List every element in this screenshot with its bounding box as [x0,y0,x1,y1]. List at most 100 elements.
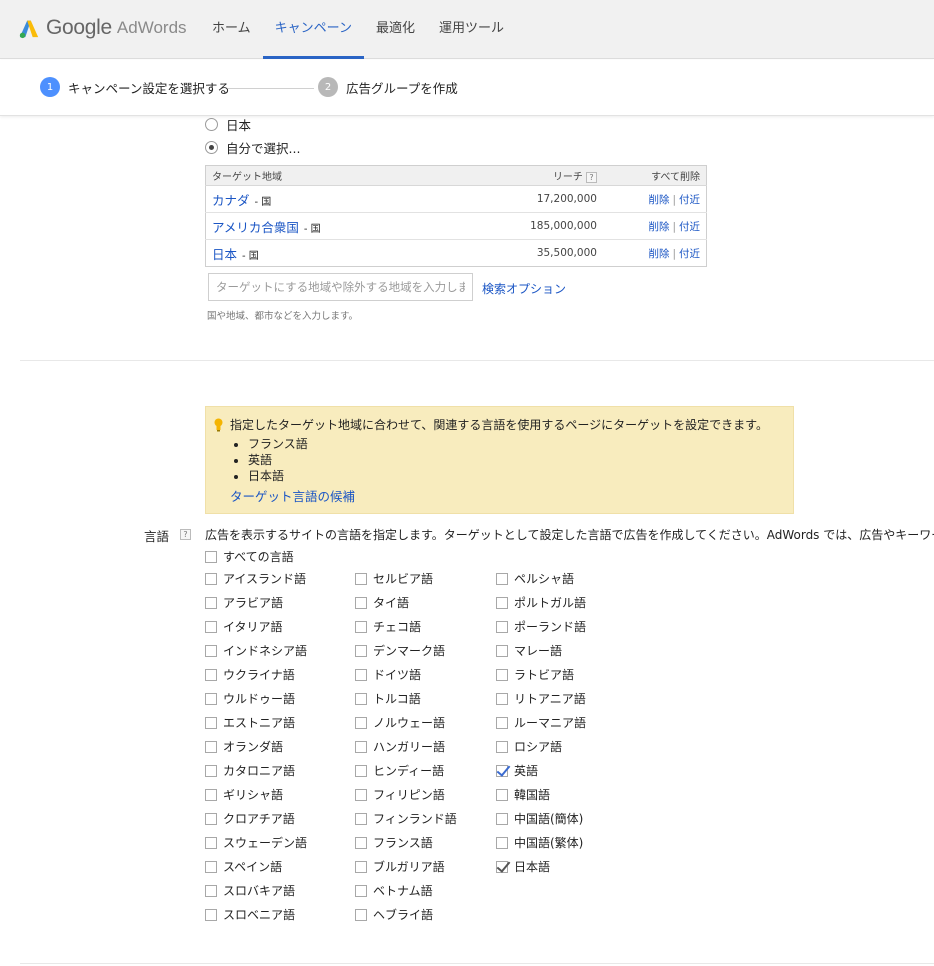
language-checkbox-row[interactable]: 日本語 [496,858,550,875]
location-search-input[interactable] [208,273,473,301]
language-checkbox-row[interactable]: ウクライナ語 [205,666,295,683]
checkbox[interactable] [205,716,217,729]
google-adwords-logo[interactable]: Google AdWords [18,14,187,42]
language-checkbox-row[interactable]: ペルシャ語 [496,570,574,587]
language-checkbox-row[interactable]: ルーマニア語 [496,714,586,731]
checkbox[interactable] [205,644,217,657]
checkbox[interactable] [205,884,217,897]
language-checkbox-row[interactable]: 中国語(簡体) [496,810,583,827]
language-checkbox-row[interactable]: アラビア語 [205,594,283,611]
language-checkbox-row[interactable]: フィンランド語 [355,810,457,827]
checkbox-all-languages[interactable]: すべての言語 [205,548,294,565]
tab-optimization[interactable]: 最適化 [364,0,427,59]
remove-link[interactable]: 削除 [648,248,669,260]
checkbox[interactable] [355,692,367,705]
checkbox[interactable] [496,644,508,657]
nearby-link[interactable]: 付近 [679,221,700,233]
language-checkbox-row[interactable]: トルコ語 [355,690,421,707]
checkbox[interactable] [496,668,508,681]
language-checkbox-row[interactable]: イタリア語 [205,618,283,635]
radio-button[interactable] [205,118,218,131]
language-checkbox-row[interactable]: オランダ語 [205,738,283,755]
checkbox-checked[interactable] [496,764,508,777]
language-checkbox-row[interactable]: 中国語(繁体) [496,834,583,851]
language-checkbox-row[interactable]: ヘブライ語 [355,906,433,923]
language-checkbox-row[interactable]: ノルウェー語 [355,714,445,731]
language-checkbox-row[interactable]: スロバキア語 [205,882,295,899]
language-checkbox-row[interactable]: ベトナム語 [355,882,433,899]
checkbox[interactable] [205,572,217,585]
checkbox[interactable] [355,836,367,849]
checkbox[interactable] [355,596,367,609]
language-checkbox-row[interactable]: リトアニア語 [496,690,586,707]
language-checkbox-row[interactable]: ブルガリア語 [355,858,445,875]
checkbox[interactable] [355,908,367,921]
tab-tools[interactable]: 運用ツール [427,0,516,59]
checkbox[interactable] [355,788,367,801]
checkbox-checked[interactable] [496,860,508,873]
language-checkbox-row[interactable]: クロアチア語 [205,810,295,827]
radio-option-japan[interactable]: 日本 [205,115,251,134]
checkbox[interactable] [496,572,508,585]
remove-all-link[interactable]: すべて削除 [602,165,707,186]
checkbox[interactable] [205,692,217,705]
language-checkbox-row[interactable]: セルビア語 [355,570,433,587]
language-checkbox-row[interactable]: マレー語 [496,642,562,659]
checkbox[interactable] [205,836,217,849]
checkbox[interactable] [355,884,367,897]
search-options-link[interactable]: 検索オプション [482,280,566,297]
checkbox[interactable] [355,860,367,873]
checkbox[interactable] [496,596,508,609]
checkbox[interactable] [355,644,367,657]
tab-home[interactable]: ホーム [200,0,263,59]
checkbox[interactable] [496,788,508,801]
language-checkbox-row[interactable]: ドイツ語 [355,666,421,683]
language-checkbox-row[interactable]: エストニア語 [205,714,295,731]
checkbox[interactable] [205,812,217,825]
suggested-languages-link[interactable]: ターゲット言語の候補 [230,486,355,505]
nearby-link[interactable]: 付近 [679,248,700,260]
remove-link[interactable]: 削除 [648,194,669,206]
radio-button[interactable] [205,141,218,154]
language-checkbox-row[interactable]: スウェーデン語 [205,834,307,851]
language-checkbox-row[interactable]: ヒンディー語 [355,762,444,779]
checkbox[interactable] [205,550,217,563]
location-name-link[interactable]: 日本 [212,247,237,262]
language-checkbox-row[interactable]: ハンガリー語 [355,738,445,755]
language-checkbox-row[interactable]: カタロニア語 [205,762,295,779]
remove-link[interactable]: 削除 [648,221,669,233]
checkbox[interactable] [355,716,367,729]
language-checkbox-row[interactable]: フィリピン語 [355,786,445,803]
checkbox[interactable] [496,716,508,729]
checkbox[interactable] [355,620,367,633]
checkbox[interactable] [496,836,508,849]
language-checkbox-row[interactable]: アイスランド語 [205,570,306,587]
checkbox[interactable] [355,740,367,753]
language-checkbox-row[interactable]: インドネシア語 [205,642,307,659]
language-checkbox-row[interactable]: ロシア語 [496,738,562,755]
location-name-link[interactable]: カナダ [212,193,250,208]
nearby-link[interactable]: 付近 [679,194,700,206]
checkbox[interactable] [205,860,217,873]
language-checkbox-row[interactable]: 英語 [496,762,538,779]
radio-option-custom[interactable]: 自分で選択... [205,138,300,157]
language-checkbox-row[interactable]: 韓国語 [496,786,550,803]
checkbox[interactable] [205,788,217,801]
checkbox[interactable] [205,668,217,681]
language-checkbox-row[interactable]: ギリシャ語 [205,786,283,803]
help-icon[interactable]: ? [180,529,191,540]
checkbox[interactable] [205,908,217,921]
checkbox[interactable] [496,812,508,825]
checkbox[interactable] [205,596,217,609]
tab-campaigns[interactable]: キャンペーン [262,0,364,59]
location-name-link[interactable]: アメリカ合衆国 [212,220,299,235]
checkbox[interactable] [355,764,367,777]
checkbox[interactable] [496,620,508,633]
checkbox[interactable] [205,764,217,777]
language-checkbox-row[interactable]: タイ語 [355,594,409,611]
checkbox[interactable] [496,692,508,705]
checkbox[interactable] [355,572,367,585]
language-checkbox-row[interactable]: フランス語 [355,834,433,851]
checkbox[interactable] [355,668,367,681]
language-checkbox-row[interactable]: スロベニア語 [205,906,295,923]
